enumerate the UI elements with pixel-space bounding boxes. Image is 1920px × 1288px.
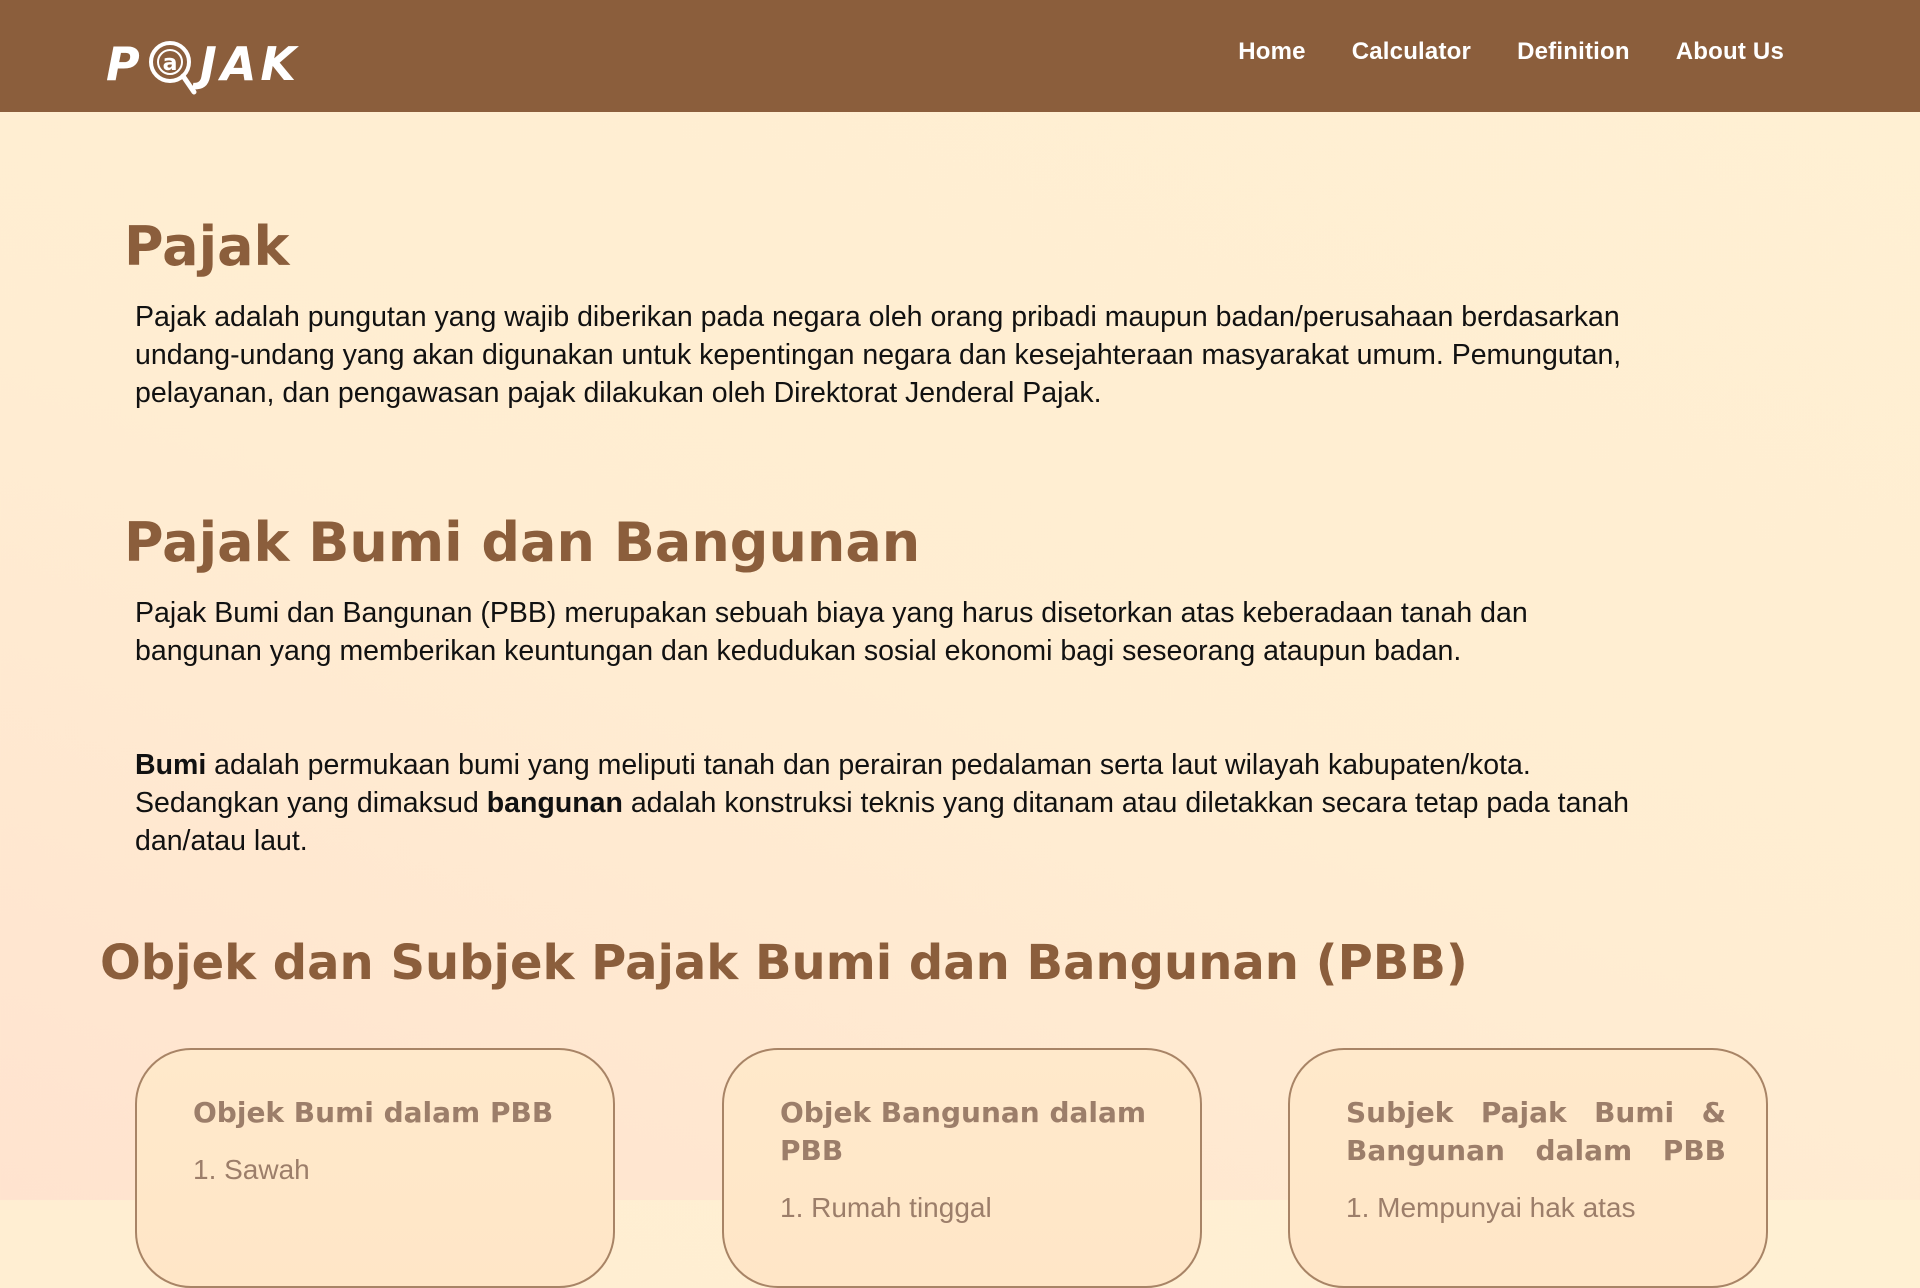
nav-link-about-us[interactable]: About Us	[1676, 38, 1784, 66]
term-bumi: Bumi	[135, 749, 207, 781]
section-body-pbb: Pajak Bumi dan Bangunan (PBB) merupakan …	[135, 597, 1528, 667]
section-title-pajak: Pajak	[124, 215, 290, 278]
logo[interactable]: P a JAK	[106, 34, 301, 95]
card-subjek-pajak: Subjek Pajak Bumi & Bangunan dalam PBB 1…	[1288, 1048, 1768, 1288]
term-bangunan: bangunan	[486, 787, 623, 819]
logo-text-left: P	[106, 37, 144, 91]
section-title-pbb: Pajak Bumi dan Bangunan	[124, 511, 921, 574]
list-item: 1. Mempunyai hak atas	[1346, 1192, 1636, 1223]
nav-link-definition[interactable]: Definition	[1517, 38, 1630, 66]
card-list: 1. Sawah	[193, 1152, 310, 1188]
card-title: Subjek Pajak Bumi & Bangunan dalam PBB	[1346, 1096, 1726, 1167]
section-body-bumi-bangunan: Bumi adalah permukaan bumi yang meliputi…	[135, 746, 1635, 860]
section-title-objek-subjek: Objek dan Subjek Pajak Bumi dan Bangunan…	[100, 935, 1468, 991]
magnifier-icon: a	[146, 38, 198, 95]
logo-text-ring: a	[162, 51, 177, 76]
section-body-pajak: Pajak adalah pungutan yang wajib diberik…	[135, 301, 1622, 409]
card-list: 1. Rumah tinggal	[780, 1190, 992, 1226]
nav-link-calculator[interactable]: Calculator	[1352, 38, 1471, 66]
card-objek-bangunan: Objek Bangunan dalam PBB 1. Rumah tingga…	[722, 1048, 1202, 1288]
card-list: 1. Mempunyai hak atas	[1346, 1190, 1636, 1226]
card-objek-bumi: Objek Bumi dalam PBB 1. Sawah	[135, 1048, 615, 1288]
nav-links: Home Calculator Definition About Us	[1238, 38, 1784, 66]
list-item: 1. Rumah tinggal	[780, 1192, 992, 1223]
nav-link-home[interactable]: Home	[1238, 38, 1305, 66]
list-item: 1. Sawah	[193, 1154, 310, 1185]
navbar: P a JAK Home Calculator Definition About…	[0, 0, 1920, 112]
logo-text-right: JAK	[199, 37, 301, 91]
card-title: Objek Bangunan dalam PBB	[780, 1096, 1147, 1167]
card-title: Objek Bumi dalam PBB	[193, 1096, 554, 1129]
